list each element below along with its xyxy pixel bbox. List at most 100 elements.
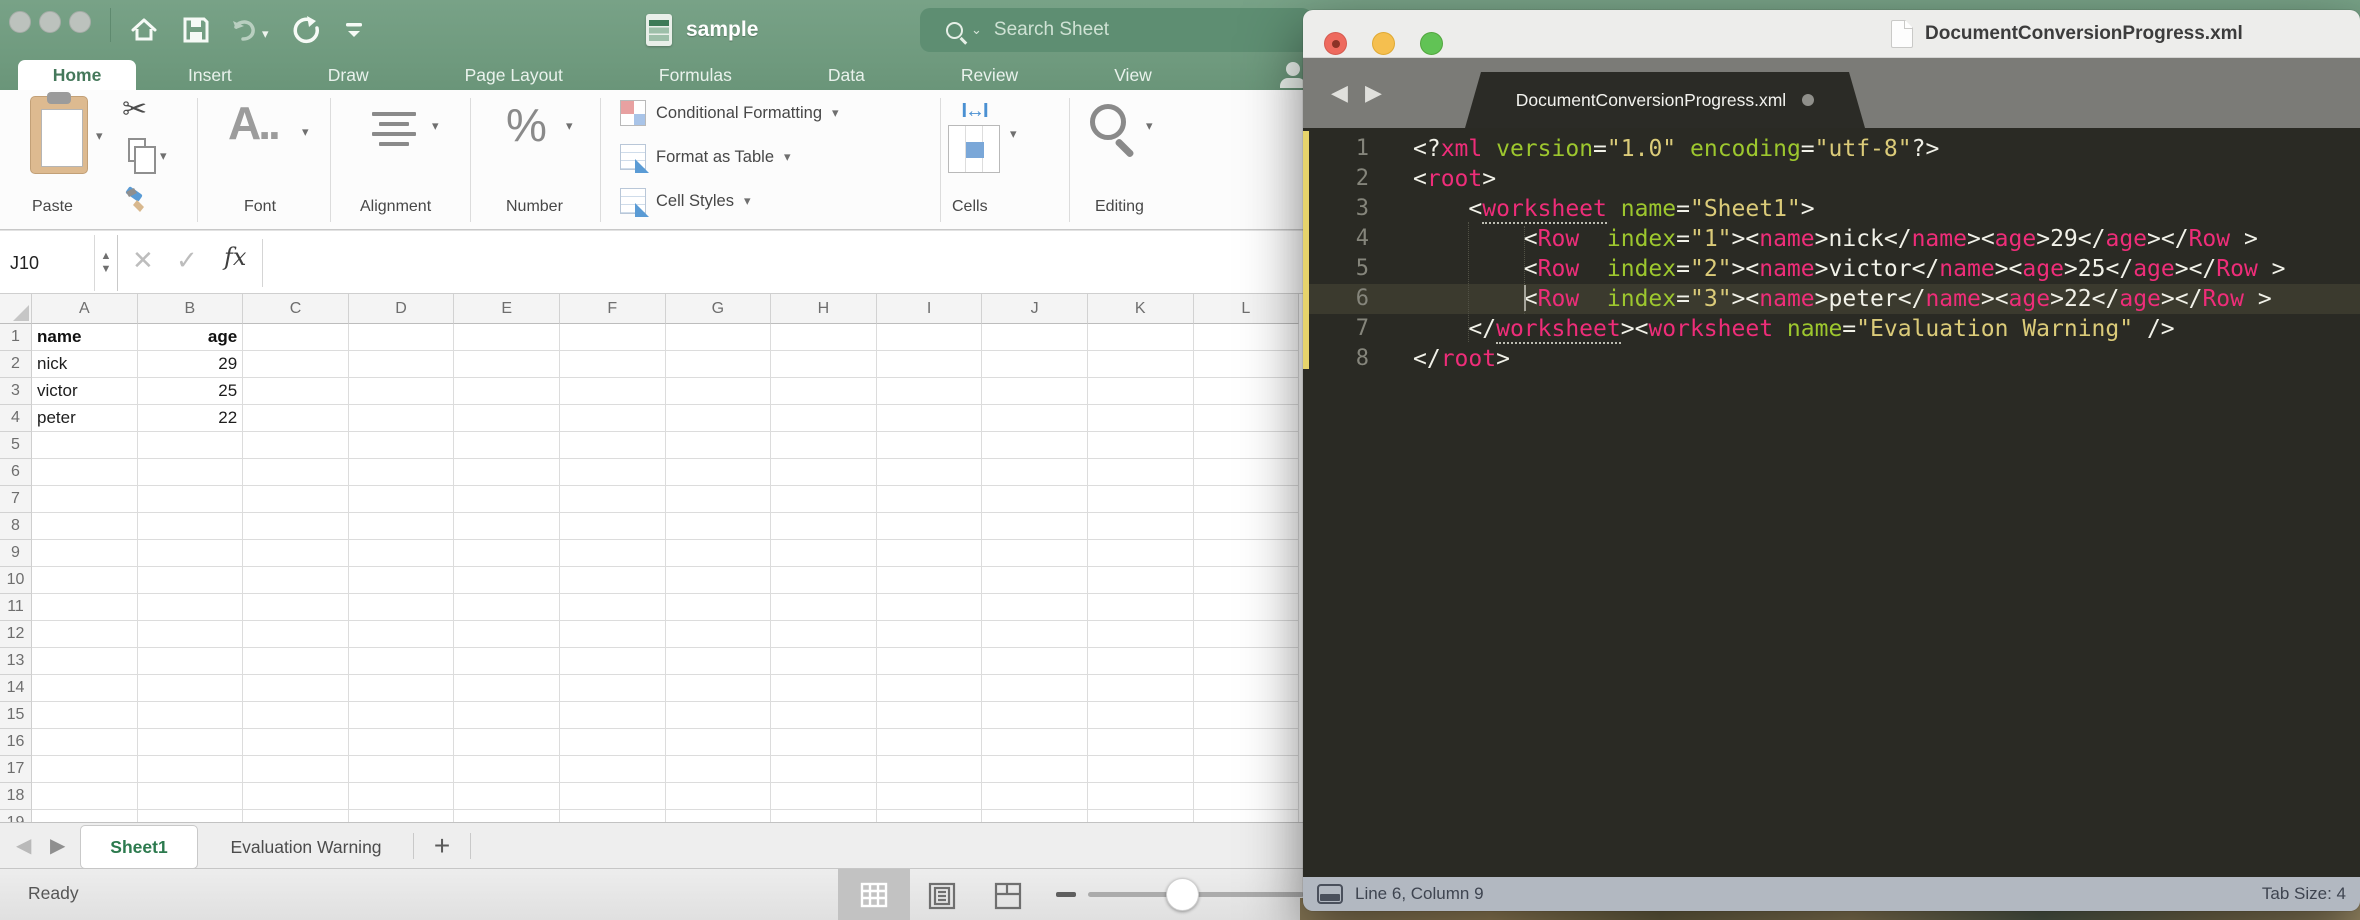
- zoom-slider-thumb[interactable]: [1166, 878, 1199, 911]
- grid-cell-F8[interactable]: [560, 513, 666, 540]
- grid-cell-E19[interactable]: [454, 810, 560, 822]
- alignment-label[interactable]: Alignment: [360, 198, 431, 216]
- grid-cell-J17[interactable]: [982, 756, 1088, 783]
- grid-cell-I13[interactable]: [877, 648, 983, 675]
- grid-cell-J8[interactable]: [982, 513, 1088, 540]
- number-dropdown-icon[interactable]: ▾: [566, 118, 573, 134]
- grid-cell-L11[interactable]: [1194, 594, 1300, 621]
- grid-cell-B4[interactable]: 22: [138, 405, 244, 432]
- column-header-G[interactable]: G: [666, 294, 772, 324]
- row-header-11[interactable]: 11: [0, 594, 32, 621]
- grid-cell-A18[interactable]: [32, 783, 138, 810]
- grid-cell-E6[interactable]: [454, 459, 560, 486]
- grid-cell-A15[interactable]: [32, 702, 138, 729]
- grid-cell-H6[interactable]: [771, 459, 877, 486]
- close-window-button[interactable]: [9, 11, 31, 33]
- grid-cell-K11[interactable]: [1088, 594, 1194, 621]
- zoom-window-button[interactable]: [1420, 32, 1443, 55]
- grid-cell-A10[interactable]: [32, 567, 138, 594]
- grid-cell-J2[interactable]: [982, 351, 1088, 378]
- grid-cell-K15[interactable]: [1088, 702, 1194, 729]
- grid-cell-C19[interactable]: [243, 810, 349, 822]
- grid-cell-K18[interactable]: [1088, 783, 1194, 810]
- grid-cell-B11[interactable]: [138, 594, 244, 621]
- row-header-12[interactable]: 12: [0, 621, 32, 648]
- grid-cell-B12[interactable]: [138, 621, 244, 648]
- row-header-3[interactable]: 3: [0, 378, 32, 405]
- grid-cell-J11[interactable]: [982, 594, 1088, 621]
- alignment-group-icon[interactable]: [372, 112, 416, 152]
- grid-cell-A12[interactable]: [32, 621, 138, 648]
- paste-dropdown-icon[interactable]: ▾: [96, 128, 103, 144]
- grid-cell-I11[interactable]: [877, 594, 983, 621]
- grid-cell-J15[interactable]: [982, 702, 1088, 729]
- grid-cell-F16[interactable]: [560, 729, 666, 756]
- grid-cell-L15[interactable]: [1194, 702, 1300, 729]
- column-header-H[interactable]: H: [771, 294, 877, 324]
- column-header-F[interactable]: F: [560, 294, 666, 324]
- grid-cell-A5[interactable]: [32, 432, 138, 459]
- grid-cell-A19[interactable]: [32, 810, 138, 822]
- grid-cell-G2[interactable]: [666, 351, 772, 378]
- grid-cell-L5[interactable]: [1194, 432, 1300, 459]
- grid-cell-H10[interactable]: [771, 567, 877, 594]
- cells-dropdown-icon[interactable]: ▾: [1010, 126, 1017, 142]
- grid-cell-L16[interactable]: [1194, 729, 1300, 756]
- name-box[interactable]: J10: [0, 235, 94, 291]
- grid-cell-D12[interactable]: [349, 621, 455, 648]
- grid-cell-A11[interactable]: [32, 594, 138, 621]
- grid-cell-C17[interactable]: [243, 756, 349, 783]
- grid-cell-H13[interactable]: [771, 648, 877, 675]
- grid-cell-G1[interactable]: [666, 324, 772, 351]
- grid-cell-B19[interactable]: [138, 810, 244, 822]
- grid-cell-G15[interactable]: [666, 702, 772, 729]
- row-header-15[interactable]: 15: [0, 702, 32, 729]
- row-header-14[interactable]: 14: [0, 675, 32, 702]
- close-window-button[interactable]: [1324, 32, 1347, 55]
- code-line-6[interactable]: 6 <Row index="3"><name>peter</name><age>…: [1303, 284, 2360, 314]
- row-header-19[interactable]: 19: [0, 810, 32, 822]
- grid-cell-K13[interactable]: [1088, 648, 1194, 675]
- confirm-entry-icon[interactable]: ✓: [176, 245, 198, 276]
- ribbon-tab-review[interactable]: Review: [955, 60, 1024, 90]
- grid-cell-G14[interactable]: [666, 675, 772, 702]
- grid-cell-F4[interactable]: [560, 405, 666, 432]
- cells-group-icon[interactable]: I↔I: [946, 100, 1002, 170]
- grid-cell-F3[interactable]: [560, 378, 666, 405]
- format-painter-icon[interactable]: [122, 186, 152, 216]
- editor-pane-icon[interactable]: [1317, 884, 1343, 904]
- grid-cell-E8[interactable]: [454, 513, 560, 540]
- select-all-corner[interactable]: [0, 294, 32, 324]
- row-header-18[interactable]: 18: [0, 783, 32, 810]
- row-header-9[interactable]: 9: [0, 540, 32, 567]
- row-header-8[interactable]: 8: [0, 513, 32, 540]
- column-header-J[interactable]: J: [982, 294, 1088, 324]
- grid-cell-L1[interactable]: [1194, 324, 1300, 351]
- grid-cell-I14[interactable]: [877, 675, 983, 702]
- save-icon[interactable]: [174, 8, 218, 52]
- grid-cell-G3[interactable]: [666, 378, 772, 405]
- undo-icon[interactable]: [222, 8, 266, 52]
- row-header-17[interactable]: 17: [0, 756, 32, 783]
- grid-cell-B9[interactable]: [138, 540, 244, 567]
- cancel-entry-icon[interactable]: ✕: [132, 245, 154, 276]
- grid-cell-C18[interactable]: [243, 783, 349, 810]
- grid-cell-L14[interactable]: [1194, 675, 1300, 702]
- grid-cell-B18[interactable]: [138, 783, 244, 810]
- grid-cell-K12[interactable]: [1088, 621, 1194, 648]
- grid-cell-H8[interactable]: [771, 513, 877, 540]
- cell-styles-button[interactable]: Cell Styles▾: [620, 188, 750, 214]
- grid-cell-G8[interactable]: [666, 513, 772, 540]
- grid-cell-E11[interactable]: [454, 594, 560, 621]
- ribbon-tab-insert[interactable]: Insert: [182, 60, 238, 90]
- code-line-3[interactable]: 3 <worksheet name="Sheet1">: [1303, 194, 2360, 224]
- number-group-icon[interactable]: %: [506, 98, 547, 152]
- grid-cell-C4[interactable]: [243, 405, 349, 432]
- row-header-5[interactable]: 5: [0, 432, 32, 459]
- grid-cell-D16[interactable]: [349, 729, 455, 756]
- column-header-B[interactable]: B: [138, 294, 244, 324]
- grid-cell-F2[interactable]: [560, 351, 666, 378]
- grid-cell-F10[interactable]: [560, 567, 666, 594]
- grid-cell-K8[interactable]: [1088, 513, 1194, 540]
- conditional-formatting-button[interactable]: Conditional Formatting▾: [620, 100, 839, 126]
